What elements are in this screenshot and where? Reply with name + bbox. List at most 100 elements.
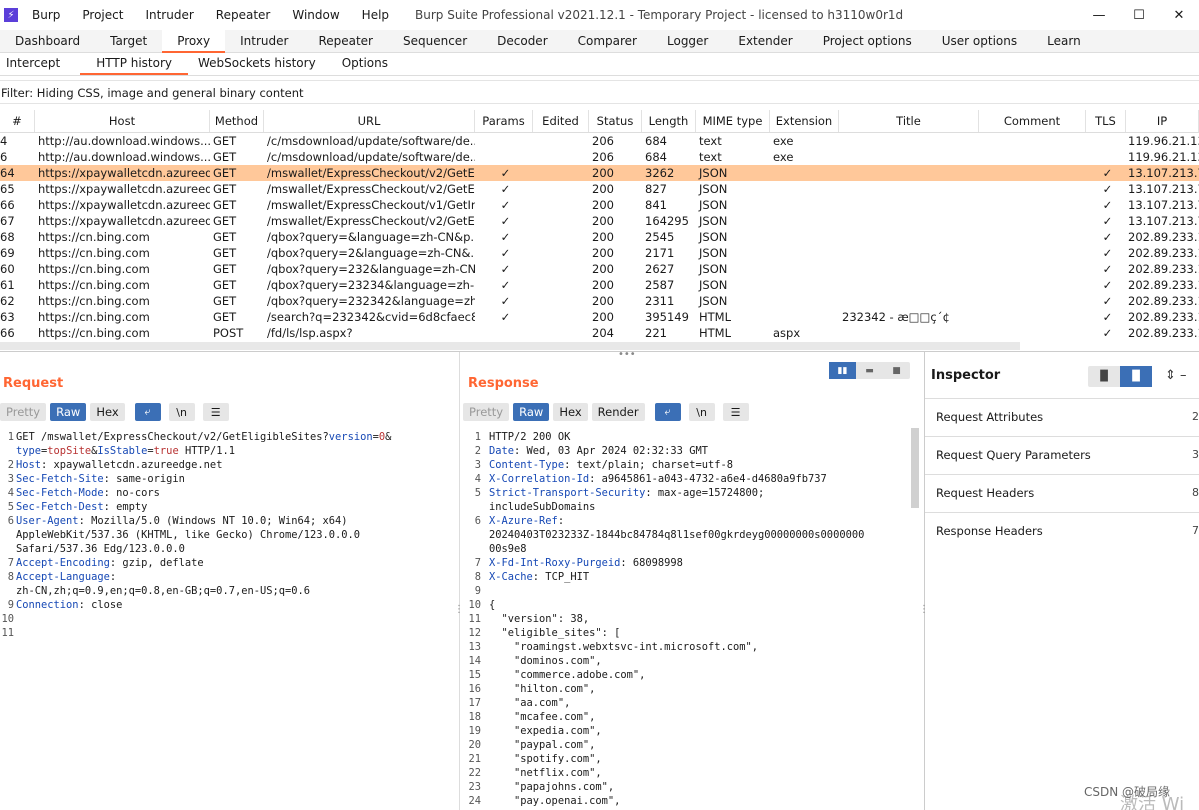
table-row[interactable]: 67 https://xpaywalletcdn.azureed... GET/ms… bbox=[0, 213, 1199, 229]
table-row[interactable]: 66 https://cn.bing.com POST/fd/ls/lsp.aspx… bbox=[0, 325, 1199, 341]
column-header-url[interactable]: URL bbox=[264, 110, 475, 132]
column-header-edited[interactable]: Edited bbox=[533, 110, 589, 132]
table-row[interactable]: 63 https://cn.bing.com GET/search?q=232342… bbox=[0, 309, 1199, 325]
tab-target[interactable]: Target bbox=[95, 30, 162, 53]
line-number: 9 bbox=[7, 599, 14, 611]
table-row[interactable]: 66 https://xpaywalletcdn.azureed... GET/ms… bbox=[0, 197, 1199, 213]
inspector-collapse-icon[interactable]: ⇕ bbox=[1165, 368, 1176, 383]
column-header-extension[interactable]: Extension bbox=[770, 110, 839, 132]
tab-comparer[interactable]: Comparer bbox=[563, 30, 652, 53]
filter-bar[interactable]: Filter: Hiding CSS, image and general bi… bbox=[0, 80, 1199, 104]
menu-icon[interactable]: ☰ bbox=[202, 403, 229, 421]
tab-sequencer[interactable]: Sequencer bbox=[388, 30, 482, 53]
pretty-view-button[interactable]: Pretty bbox=[463, 403, 510, 421]
table-cell: /search?q=232342&cvid=6d8cfaec82... bbox=[267, 310, 475, 324]
table-cell: ✓ bbox=[500, 214, 511, 228]
table-cell: 60 bbox=[0, 262, 15, 276]
tab-learn[interactable]: Learn bbox=[1032, 30, 1096, 53]
column-header-status[interactable]: Status bbox=[589, 110, 642, 132]
code-text: & bbox=[385, 431, 392, 443]
tab-decoder[interactable]: Decoder bbox=[482, 30, 563, 53]
column-header-method[interactable]: Method bbox=[210, 110, 264, 132]
horizontal-scrollbar[interactable] bbox=[0, 342, 1020, 350]
tab-intruder[interactable]: Intruder bbox=[225, 30, 303, 53]
column-header-host[interactable]: Host bbox=[35, 110, 210, 132]
wrap-icon[interactable]: ⤶ bbox=[654, 403, 681, 421]
table-row[interactable]: 62 https://cn.bing.com GET/qbox?query=2323… bbox=[0, 293, 1199, 309]
table-row[interactable]: 68 https://cn.bing.com GET/qbox?query=&lan… bbox=[0, 229, 1199, 245]
table-cell: ✓ bbox=[500, 182, 511, 196]
tab-proxy[interactable]: Proxy bbox=[162, 30, 226, 53]
column-header-length[interactable]: Length bbox=[642, 110, 696, 132]
menu-repeater[interactable]: Repeater bbox=[216, 8, 271, 22]
column-header-tls[interactable]: TLS bbox=[1086, 110, 1126, 132]
minimize-icon[interactable]: — bbox=[1079, 0, 1119, 30]
code-text: 00s9e8 bbox=[489, 543, 527, 555]
close-icon[interactable]: ✕ bbox=[1159, 0, 1199, 30]
tab-dashboard[interactable]: Dashboard bbox=[0, 30, 95, 53]
inspector-close-icon[interactable]: – bbox=[1180, 368, 1187, 383]
raw-view-button[interactable]: Raw bbox=[513, 403, 550, 421]
table-row[interactable]: 4 http://au.download.windows... GET/c/msdo… bbox=[0, 133, 1199, 149]
code-line: 00s9e8 bbox=[489, 542, 527, 556]
subtab-http-history[interactable]: HTTP history bbox=[80, 53, 189, 75]
table-row[interactable]: 64 https://xpaywalletcdn.azureed... GET/ms… bbox=[0, 165, 1199, 181]
table-cell: 4 bbox=[0, 134, 8, 148]
menu-window[interactable]: Window bbox=[292, 8, 339, 22]
menu-burp[interactable]: Burp bbox=[32, 8, 60, 22]
hex-view-button[interactable]: Hex bbox=[90, 403, 125, 421]
column-header-number[interactable]: # bbox=[0, 110, 35, 132]
column-header-comment[interactable]: Comment bbox=[979, 110, 1086, 132]
subtab-options[interactable]: Options bbox=[336, 53, 404, 75]
table-cell: 200 bbox=[592, 230, 614, 244]
pretty-view-button[interactable]: Pretty bbox=[0, 403, 47, 421]
wrap-icon[interactable]: ⤶ bbox=[134, 403, 161, 421]
column-header-mime-type[interactable]: MIME type bbox=[696, 110, 770, 132]
hex-view-button[interactable]: Hex bbox=[553, 403, 588, 421]
maximize-icon[interactable]: ☐ bbox=[1119, 0, 1159, 30]
stacked-layout-icon[interactable]: ▬ bbox=[856, 362, 883, 379]
table-row[interactable]: 65 https://xpaywalletcdn.azureed... GET/ms… bbox=[0, 181, 1199, 197]
tab-user-options[interactable]: User options bbox=[927, 30, 1032, 53]
column-header-ip[interactable]: IP bbox=[1126, 110, 1199, 132]
column-header-title[interactable]: Title bbox=[839, 110, 979, 132]
table-row[interactable]: 6 http://au.download.windows... GET/c/msdo… bbox=[0, 149, 1199, 165]
render-view-button[interactable]: Render bbox=[591, 403, 645, 421]
table-cell: JSON bbox=[699, 182, 728, 196]
line-number: 3 bbox=[7, 473, 14, 485]
menu-icon[interactable]: ☰ bbox=[722, 403, 749, 421]
tab-repeater[interactable]: Repeater bbox=[303, 30, 388, 53]
split-grip-icon[interactable]: ••• bbox=[618, 349, 636, 360]
column-header-params[interactable]: Params bbox=[475, 110, 533, 132]
menu-help[interactable]: Help bbox=[362, 8, 389, 22]
response-scrollbar[interactable] bbox=[911, 428, 919, 508]
newline-icon[interactable]: \n bbox=[168, 403, 195, 421]
proxy-sub-tabs: Intercept HTTP history WebSockets history O… bbox=[0, 53, 1199, 76]
table-row[interactable]: 61 https://cn.bing.com GET/qbox?query=2323… bbox=[0, 277, 1199, 293]
subtab-intercept[interactable]: Intercept bbox=[0, 53, 76, 75]
table-cell bbox=[839, 213, 979, 229]
inspector-section-request-query-parameters[interactable]: Request Query Parameters 3 bbox=[925, 436, 1199, 474]
newline-icon[interactable]: \n bbox=[688, 403, 715, 421]
table-row[interactable]: 60 https://cn.bing.com GET/qbox?query=232&… bbox=[0, 261, 1199, 277]
table-cell: JSON bbox=[699, 294, 728, 308]
raw-view-button[interactable]: Raw bbox=[50, 403, 87, 421]
response-editor[interactable]: 1 HTTP/2 200 OK 2 Date: Wed, 03 Apr 2024 02… bbox=[467, 430, 915, 810]
inspector-section-request-attributes[interactable]: Request Attributes 2 bbox=[925, 398, 1199, 436]
menu-project[interactable]: Project bbox=[82, 8, 123, 22]
pane-divider[interactable] bbox=[459, 352, 460, 810]
pane-grip-icon[interactable]: ⋮ bbox=[454, 604, 464, 615]
tab-project-options[interactable]: Project options bbox=[808, 30, 927, 53]
table-row[interactable]: 69 https://cn.bing.com GET/qbox?query=2&la… bbox=[0, 245, 1199, 261]
subtab-websockets-history[interactable]: WebSockets history bbox=[192, 53, 332, 75]
side-by-side-layout-icon[interactable]: ▮▮ bbox=[829, 362, 856, 379]
inspector-section-response-headers[interactable]: Response Headers 7 bbox=[925, 512, 1199, 550]
tabbed-layout-icon[interactable]: ■ bbox=[883, 362, 910, 379]
request-editor[interactable]: 1 GET /mswallet/ExpressCheckout/v2/GetEli… bbox=[0, 430, 452, 810]
menu-intruder[interactable]: Intruder bbox=[145, 8, 193, 22]
tab-logger[interactable]: Logger bbox=[652, 30, 723, 53]
inspector-layout-left-icon[interactable]: ▐▌ bbox=[1088, 366, 1120, 387]
inspector-layout-right-icon[interactable]: ▐▌ bbox=[1120, 366, 1152, 387]
tab-extender[interactable]: Extender bbox=[723, 30, 807, 53]
inspector-section-request-headers[interactable]: Request Headers 8 bbox=[925, 474, 1199, 512]
